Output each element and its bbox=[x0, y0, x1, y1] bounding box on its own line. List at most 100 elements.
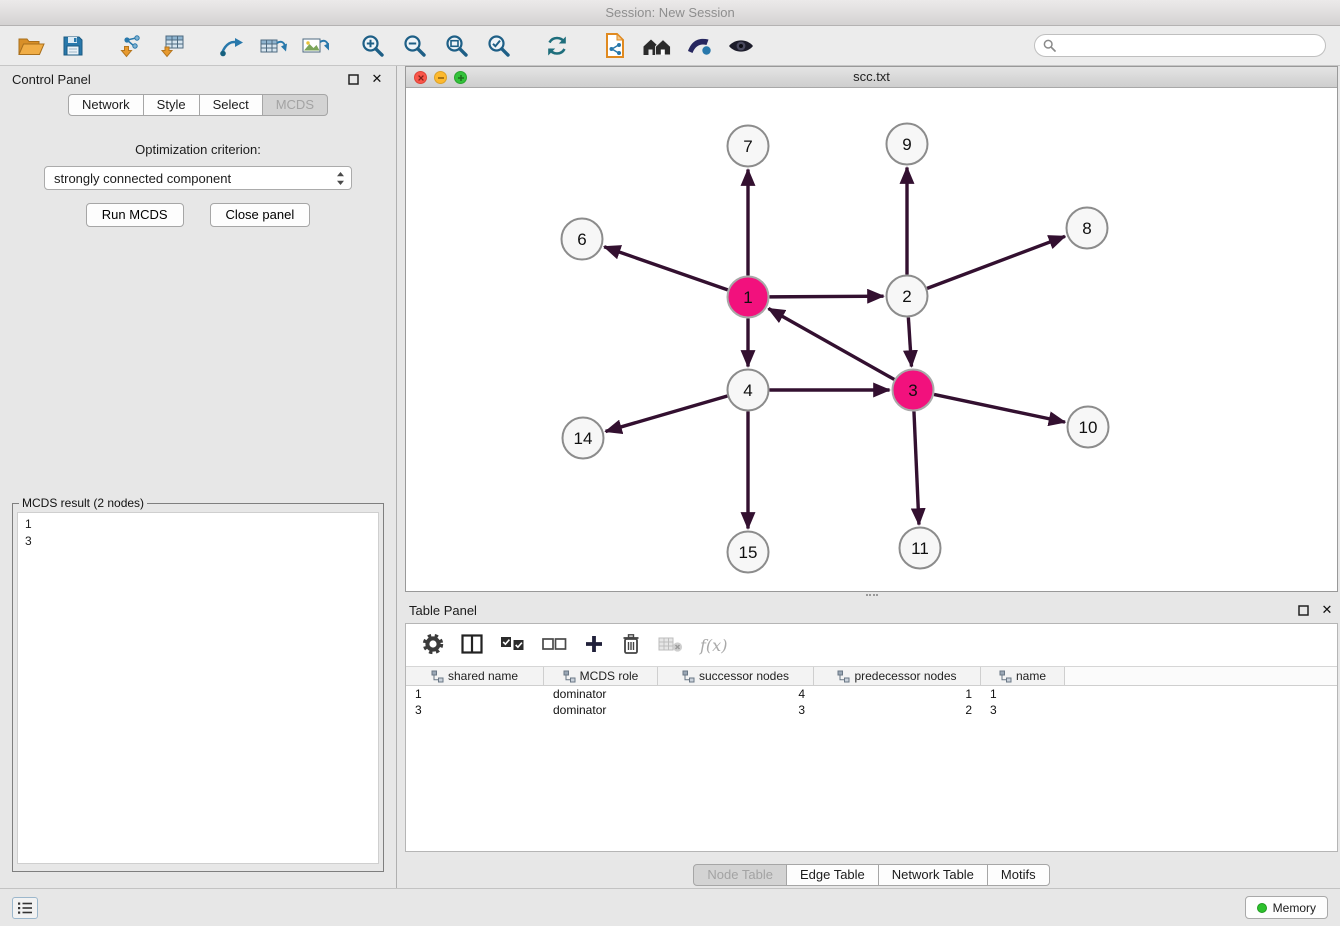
control-panel-title: Control Panel bbox=[12, 72, 346, 87]
close-window-button[interactable] bbox=[414, 71, 427, 84]
function-builder-button[interactable]: f(x) bbox=[700, 636, 727, 655]
delete-column-button[interactable] bbox=[621, 633, 641, 658]
node-1[interactable]: 1 bbox=[728, 277, 769, 318]
node-6[interactable]: 6 bbox=[562, 219, 603, 260]
node-3[interactable]: 3 bbox=[893, 370, 934, 411]
edge-3-10[interactable] bbox=[934, 394, 1065, 422]
attribute-type-icon bbox=[431, 670, 444, 683]
zoom-out-button[interactable] bbox=[394, 29, 436, 63]
tab-select[interactable]: Select bbox=[199, 94, 263, 116]
mcds-result-group: MCDS result (2 nodes) 13 bbox=[12, 496, 384, 872]
close-panel-button[interactable]: Close panel bbox=[210, 203, 311, 227]
add-column-button[interactable] bbox=[584, 634, 604, 657]
dropdown-arrows-icon bbox=[336, 171, 345, 186]
table-row[interactable]: 3dominator323 bbox=[406, 702, 1337, 718]
network-canvas[interactable]: 7 9 6 8 1 2 4 3 14 10 15 11 bbox=[406, 88, 1336, 591]
edge-3-1[interactable] bbox=[768, 309, 894, 380]
attribute-type-icon bbox=[837, 670, 850, 683]
table-panel-title: Table Panel bbox=[409, 603, 1296, 618]
new-network-icon bbox=[218, 34, 244, 58]
table-cell: 1 bbox=[406, 687, 544, 701]
tab-network[interactable]: Network bbox=[68, 94, 144, 116]
run-mcds-button[interactable]: Run MCDS bbox=[86, 203, 184, 227]
svg-text:4: 4 bbox=[743, 381, 752, 400]
import-table-button[interactable] bbox=[152, 29, 194, 63]
svg-text:8: 8 bbox=[1082, 219, 1091, 238]
edge-1-2[interactable] bbox=[769, 296, 883, 297]
statusbar: Memory bbox=[0, 888, 1340, 926]
network-window-title: scc.txt bbox=[853, 69, 890, 84]
table-tab-motifs[interactable]: Motifs bbox=[987, 864, 1050, 886]
column-header-predecessor-nodes[interactable]: predecessor nodes bbox=[814, 667, 981, 685]
close-control-panel-button[interactable]: ✕ bbox=[370, 72, 384, 86]
float-panel-button[interactable] bbox=[346, 72, 360, 86]
table-cell: 1 bbox=[814, 687, 981, 701]
mcds-result-title: MCDS result (2 nodes) bbox=[19, 496, 147, 510]
node-10[interactable]: 10 bbox=[1068, 407, 1109, 448]
copy-view-button[interactable] bbox=[594, 29, 636, 63]
task-history-button[interactable] bbox=[12, 897, 38, 919]
memory-label: Memory bbox=[1273, 901, 1316, 915]
new-table-button[interactable] bbox=[252, 29, 294, 63]
close-table-panel-button[interactable]: ✕ bbox=[1320, 603, 1334, 617]
apply-style-button[interactable] bbox=[678, 29, 720, 63]
tab-style[interactable]: Style bbox=[143, 94, 200, 116]
column-header-name[interactable]: name bbox=[981, 667, 1065, 685]
node-14[interactable]: 14 bbox=[563, 418, 604, 459]
float-table-panel-button[interactable] bbox=[1296, 603, 1310, 617]
save-session-button[interactable] bbox=[52, 29, 94, 63]
edge-2-8[interactable] bbox=[927, 236, 1065, 288]
show-hide-button[interactable] bbox=[720, 29, 762, 63]
zoom-selected-icon bbox=[486, 33, 512, 59]
zoom-in-button[interactable] bbox=[352, 29, 394, 63]
new-table-icon bbox=[259, 34, 287, 58]
edge-1-6[interactable] bbox=[604, 247, 728, 290]
memory-button[interactable]: Memory bbox=[1245, 896, 1328, 919]
node-2[interactable]: 2 bbox=[887, 276, 928, 317]
edge-2-3[interactable] bbox=[908, 317, 911, 366]
column-header-successor-nodes[interactable]: successor nodes bbox=[658, 667, 814, 685]
column-header-MCDS-role[interactable]: MCDS role bbox=[544, 667, 658, 685]
open-file-icon bbox=[18, 35, 45, 57]
svg-text:7: 7 bbox=[743, 137, 752, 156]
tab-mcds[interactable]: MCDS bbox=[262, 94, 328, 116]
zoom-window-button[interactable] bbox=[454, 71, 467, 84]
node-15[interactable]: 15 bbox=[728, 532, 769, 573]
node-7[interactable]: 7 bbox=[728, 126, 769, 167]
table-tab-node-table[interactable]: Node Table bbox=[693, 864, 787, 886]
optimization-criterion-select[interactable]: strongly connected component bbox=[44, 166, 352, 190]
search-input[interactable] bbox=[1061, 39, 1317, 53]
node-11[interactable]: 11 bbox=[900, 528, 941, 569]
application-window: Session: New Session bbox=[0, 0, 1340, 926]
select-all-rows-button[interactable] bbox=[500, 635, 525, 656]
right-side: scc.txt 7968124314101511 Table Panel ✕ bbox=[397, 66, 1340, 888]
minimize-window-button[interactable] bbox=[434, 71, 447, 84]
table-settings-button[interactable] bbox=[422, 633, 444, 658]
refresh-view-button[interactable] bbox=[536, 29, 578, 63]
float-window-icon bbox=[348, 74, 359, 85]
table-row[interactable]: 1dominator411 bbox=[406, 686, 1337, 702]
deselect-all-rows-button[interactable] bbox=[542, 635, 567, 656]
import-network-button[interactable] bbox=[110, 29, 152, 63]
node-9[interactable]: 9 bbox=[887, 124, 928, 165]
table-tab-edge-table[interactable]: Edge Table bbox=[786, 864, 879, 886]
table-tab-network-table[interactable]: Network Table bbox=[878, 864, 988, 886]
export-image-button[interactable] bbox=[294, 29, 336, 63]
search-box[interactable] bbox=[1034, 34, 1326, 57]
show-columns-button[interactable] bbox=[461, 634, 483, 657]
maximize-icon bbox=[457, 74, 465, 82]
new-network-button[interactable] bbox=[210, 29, 252, 63]
zoom-selected-button[interactable] bbox=[478, 29, 520, 63]
delete-table-button[interactable] bbox=[658, 635, 683, 656]
zoom-fit-button[interactable] bbox=[436, 29, 478, 63]
eye-icon bbox=[727, 36, 755, 56]
edge-3-11[interactable] bbox=[914, 411, 919, 524]
node-8[interactable]: 8 bbox=[1067, 208, 1108, 249]
open-file-button[interactable] bbox=[10, 29, 52, 63]
table-cell: 2 bbox=[814, 703, 981, 717]
home-layout-button[interactable] bbox=[636, 29, 678, 63]
edge-4-14[interactable] bbox=[606, 396, 728, 431]
home-icon bbox=[642, 35, 672, 57]
column-header-shared-name[interactable]: shared name bbox=[406, 667, 544, 685]
node-4[interactable]: 4 bbox=[728, 370, 769, 411]
